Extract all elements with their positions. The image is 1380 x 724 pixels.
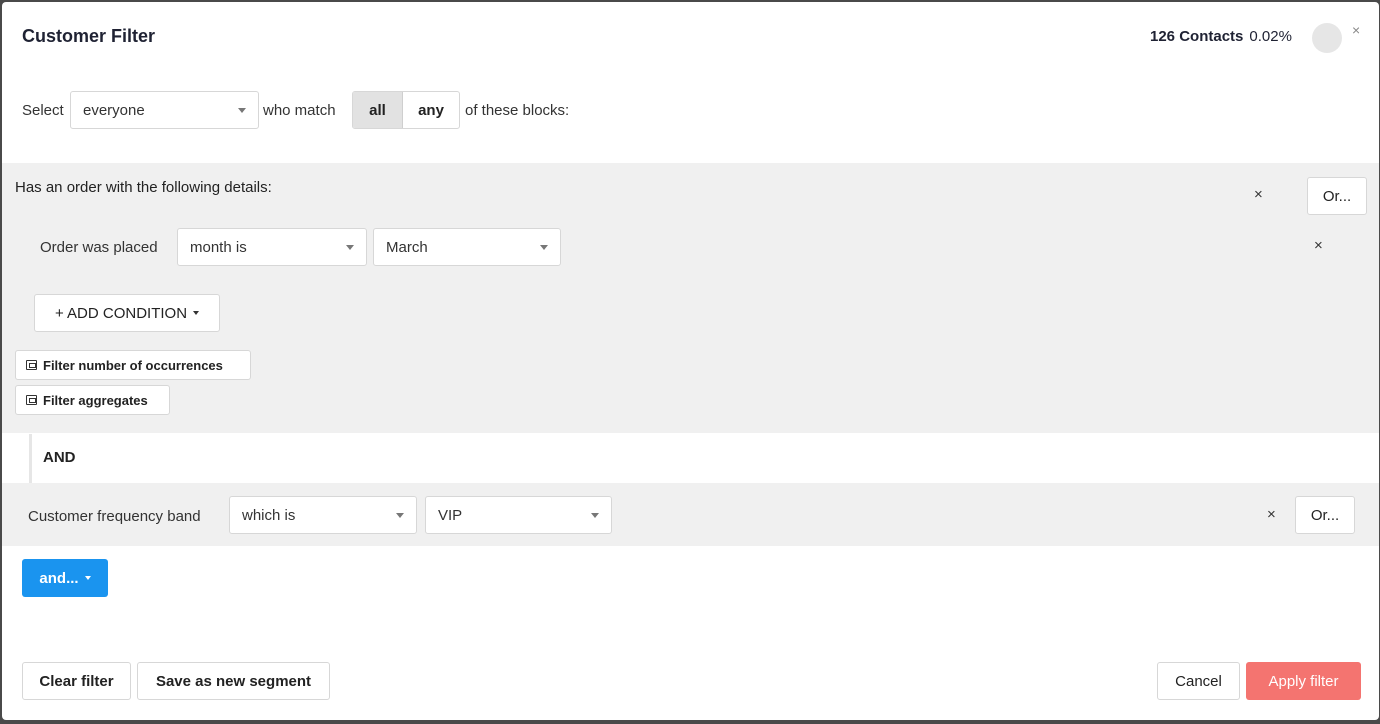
filter-aggregates-label: Filter aggregates (43, 392, 148, 408)
contacts-percentage: 0.02% (1249, 28, 1292, 45)
caret-down-icon (84, 576, 91, 580)
chevron-down-icon (540, 244, 548, 250)
add-condition-label: + ADD CONDITION (54, 304, 188, 322)
and-button-label: and... (39, 569, 79, 587)
audience-select-value: everyone (83, 101, 145, 119)
progress-avatar (1312, 23, 1342, 53)
remove-frequency-icon[interactable]: × (1267, 506, 1276, 523)
chevron-down-icon (591, 512, 599, 518)
filter-occurrences-label: Filter number of occurrences (43, 357, 223, 373)
and-connector-bar (29, 434, 32, 484)
save-segment-button[interactable]: Save as new segment (137, 662, 330, 700)
occurrences-icon (26, 360, 37, 370)
block-title: Has an order with the following details: (15, 179, 272, 196)
chevron-down-icon (346, 244, 354, 250)
condition-value: March (386, 238, 428, 256)
remove-block-icon[interactable]: × (1254, 186, 1263, 203)
add-condition-button[interactable]: + ADD CONDITION (34, 294, 220, 332)
who-match-label: who match (263, 102, 336, 119)
match-any-button[interactable]: any (403, 92, 459, 128)
contacts-summary: 126 Contacts 0.02% (1150, 28, 1292, 45)
caret-down-icon (193, 311, 200, 315)
cancel-button[interactable]: Cancel (1157, 662, 1240, 700)
filter-occurrences-button[interactable]: Filter number of occurrences (15, 350, 251, 380)
contacts-count: 126 Contacts (1150, 28, 1244, 45)
frequency-filter-block (2, 483, 1379, 546)
chevron-down-icon (238, 107, 246, 113)
remove-condition-icon[interactable]: × (1314, 237, 1323, 254)
frequency-operator-value: which is (242, 506, 296, 524)
modal-close-icon[interactable]: × (1352, 22, 1360, 38)
condition-operator-select[interactable]: month is (177, 228, 367, 266)
chevron-down-icon (396, 512, 404, 518)
frequency-label: Customer frequency band (28, 508, 201, 525)
frequency-value: VIP (438, 506, 463, 524)
and-button[interactable]: and... (22, 559, 108, 597)
frequency-operator-select[interactable]: which is (229, 496, 417, 534)
blocks-suffix-label: of these blocks: (465, 102, 570, 119)
audience-select[interactable]: everyone (70, 91, 259, 129)
match-toggle: all any (352, 91, 460, 129)
customer-filter-modal: Customer Filter 126 Contacts 0.02% × Sele… (2, 2, 1379, 720)
or-button[interactable]: Or... (1307, 177, 1367, 215)
condition-operator-value: month is (190, 238, 247, 256)
aggregates-icon (26, 395, 37, 405)
filter-aggregates-button[interactable]: Filter aggregates (15, 385, 170, 415)
modal-title: Customer Filter (22, 26, 156, 46)
or-button[interactable]: Or... (1295, 496, 1355, 534)
match-all-button[interactable]: all (353, 92, 403, 128)
and-connector-label: AND (43, 449, 76, 466)
select-label: Select (22, 102, 64, 119)
frequency-value-select[interactable]: VIP (425, 496, 612, 534)
condition-label: Order was placed (40, 239, 158, 256)
clear-filter-button[interactable]: Clear filter (22, 662, 131, 700)
apply-filter-button[interactable]: Apply filter (1246, 662, 1361, 700)
condition-value-select[interactable]: March (373, 228, 561, 266)
